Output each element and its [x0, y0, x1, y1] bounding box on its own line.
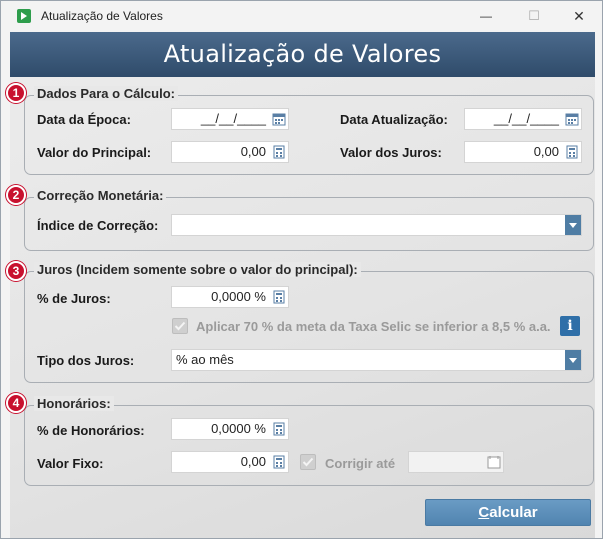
data-epoca-label: Data da Época: — [37, 112, 131, 127]
section-dados-legend: Dados Para o Cálculo: — [34, 86, 178, 101]
step-badge-3: 3 — [6, 261, 26, 281]
step-badge-2: 2 — [6, 185, 26, 205]
title-bar: Atualização de Valores — ☐ ✕ — [1, 1, 602, 31]
chevron-down-icon[interactable] — [565, 350, 581, 370]
maximize-button[interactable]: ☐ — [511, 1, 557, 31]
valor-fixo-label: Valor Fixo: — [37, 456, 104, 471]
step-badge-4: 4 — [6, 393, 26, 413]
indice-correcao-select[interactable] — [171, 214, 582, 236]
valor-fixo-field[interactable]: 0,00 — [171, 451, 289, 473]
info-button[interactable]: i — [560, 316, 580, 336]
checkmark-icon — [302, 457, 314, 467]
minimize-icon: — — [480, 9, 492, 23]
close-icon: ✕ — [573, 7, 585, 24]
chevron-down-icon[interactable] — [565, 215, 581, 235]
percent-honorarios-label: % de Honorários: — [37, 423, 145, 438]
calcular-label-mnemonic: C — [478, 504, 490, 521]
section-honorarios: Honorários: — [24, 396, 594, 486]
calcular-button[interactable]: Calcular — [425, 499, 591, 526]
calendar-icon[interactable] — [565, 112, 579, 126]
window-title: Atualização de Valores — [41, 9, 163, 23]
section-correcao-legend: Correção Monetária: — [34, 188, 167, 203]
corrigir-date-field[interactable] — [408, 451, 504, 473]
step-badge-1: 1 — [6, 83, 26, 103]
calculator-icon[interactable] — [272, 290, 286, 304]
corrigir-label: Corrigir até — [325, 456, 396, 471]
close-button[interactable]: ✕ — [556, 1, 602, 31]
calculator-icon[interactable] — [272, 422, 286, 436]
tipo-juros-select[interactable]: % ao mês — [171, 349, 582, 371]
page-title: Atualização de Valores — [10, 32, 595, 77]
maximize-icon: ☐ — [528, 8, 540, 23]
data-atualizacao-value: __/__/____ — [493, 111, 559, 126]
valor-juros-value: 0,00 — [533, 144, 559, 159]
percent-honorarios-value: 0,0000 % — [211, 421, 266, 436]
data-atualizacao-label: Data Atualização: — [340, 112, 448, 127]
tipo-juros-label: Tipo dos Juros: — [37, 353, 135, 368]
valor-principal-label: Valor do Principal: — [37, 145, 152, 160]
percent-juros-value: 0,0000 % — [211, 289, 266, 304]
percent-honorarios-field[interactable]: 0,0000 % — [171, 418, 289, 440]
selic-checkbox[interactable] — [172, 318, 188, 334]
calculator-icon[interactable] — [565, 145, 579, 159]
corrigir-checkbox[interactable] — [300, 454, 316, 470]
calcular-label: alcular — [489, 504, 538, 521]
info-icon: i — [567, 318, 573, 334]
calendar-icon[interactable] — [272, 112, 286, 126]
calendar-icon[interactable] — [487, 455, 501, 469]
calculator-icon[interactable] — [272, 145, 286, 159]
valor-fixo-value: 0,00 — [240, 454, 266, 469]
tipo-juros-value: % ao mês — [176, 352, 234, 367]
valor-principal-field[interactable]: 0,00 — [171, 141, 289, 163]
section-dados-calculo: Dados Para o Cálculo: — [24, 86, 594, 175]
selic-label: Aplicar 70 % da meta da Taxa Selic se in… — [196, 319, 551, 334]
data-epoca-value: __/__/____ — [200, 111, 266, 126]
data-epoca-field[interactable]: __/__/____ — [171, 108, 289, 130]
checkmark-icon — [174, 321, 186, 331]
data-atualizacao-field[interactable]: __/__/____ — [464, 108, 582, 130]
section-juros-legend: Juros (Incidem somente sobre o valor do … — [34, 262, 361, 277]
percent-juros-field[interactable]: 0,0000 % — [171, 286, 289, 308]
minimize-button[interactable]: — — [463, 1, 509, 31]
indice-correcao-label: Índice de Correção: — [37, 218, 159, 233]
percent-juros-label: % de Juros: — [37, 291, 111, 306]
calculator-icon[interactable] — [272, 455, 286, 469]
valor-principal-value: 0,00 — [240, 144, 266, 159]
section-honorarios-legend: Honorários: — [34, 396, 114, 411]
app-logo-icon — [17, 9, 31, 23]
valor-juros-label: Valor dos Juros: — [340, 145, 442, 160]
valor-juros-field[interactable]: 0,00 — [464, 141, 582, 163]
app-window: Atualização de Valores — ☐ ✕ Atualização… — [0, 0, 603, 539]
